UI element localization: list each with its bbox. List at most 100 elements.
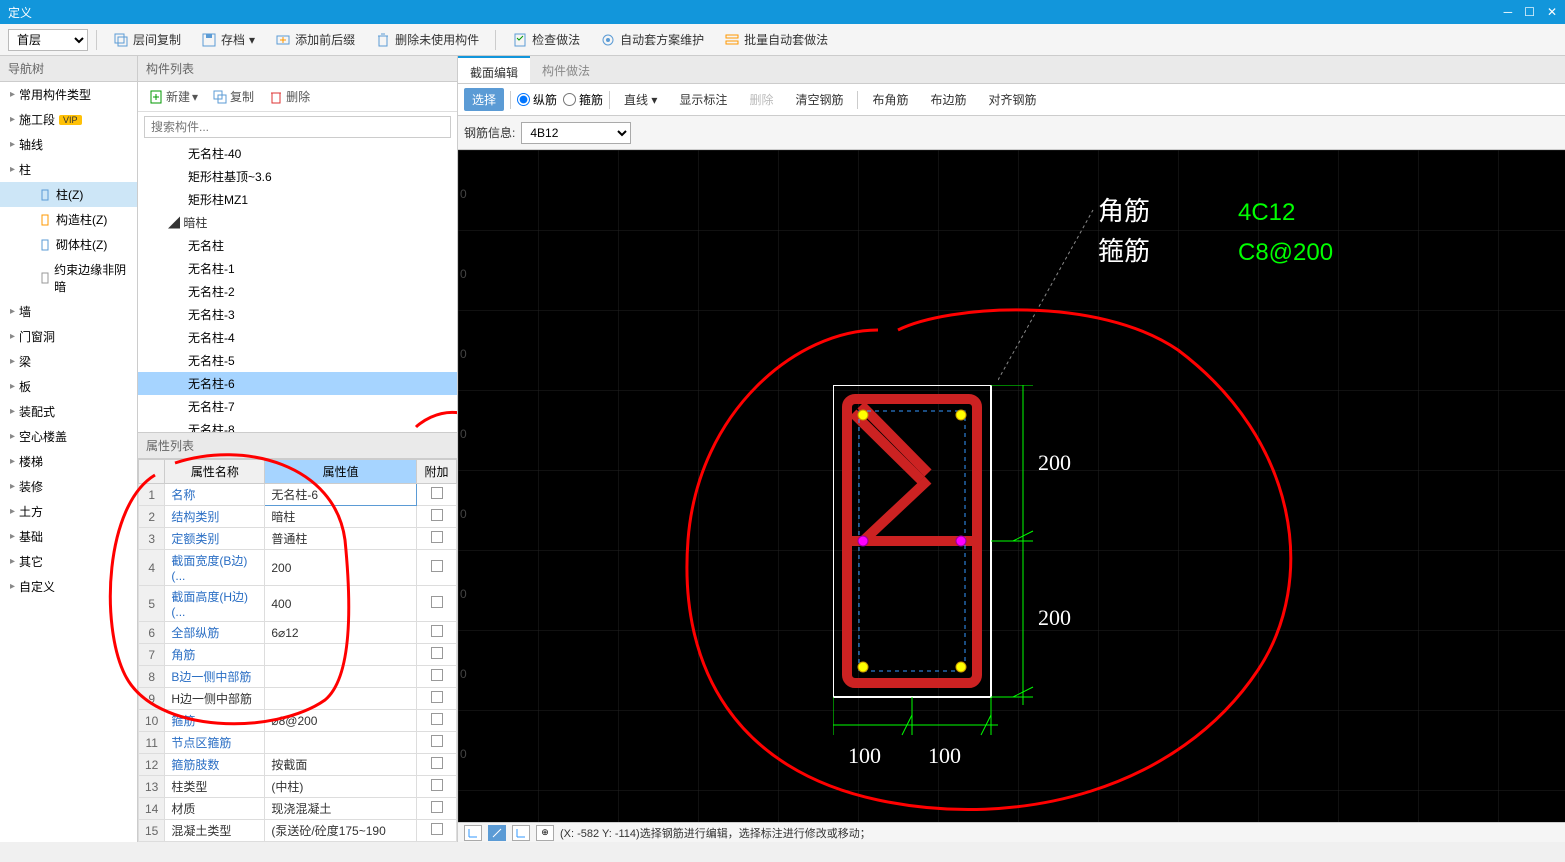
axis-button-2[interactable] <box>488 825 506 841</box>
property-row-6[interactable]: 7角筋 <box>139 644 457 666</box>
property-row-13[interactable]: 14材质现浇混凝土 <box>139 798 457 820</box>
section-canvas[interactable]: 0 0 0 0 0 0 0 0 00 <box>458 150 1565 822</box>
extra-checkbox[interactable] <box>431 735 443 747</box>
nav-item-7[interactable]: 约束边缘非阴暗 <box>0 257 137 299</box>
component-item-1[interactable]: 矩形柱基顶~3.6 <box>138 165 457 188</box>
component-item-0[interactable]: 无名柱-40 <box>138 142 457 165</box>
nav-item-16[interactable]: ▸ 土方 <box>0 499 137 524</box>
minimize-button[interactable]: ─ <box>1504 5 1513 19</box>
component-item-5[interactable]: 无名柱-1 <box>138 257 457 280</box>
property-row-4[interactable]: 5截面高度(H边)(...400 <box>139 586 457 622</box>
property-row-0[interactable]: 1名称无名柱-6 <box>139 484 457 506</box>
nav-tree-panel: 导航树 ▸ 常用构件类型▸ 施工段 VIP▸ 轴线▸ 柱 柱(Z) 构造柱(Z)… <box>0 56 138 842</box>
component-item-12[interactable]: 无名柱-8 <box>138 418 457 432</box>
nav-item-4[interactable]: 柱(Z) <box>0 182 137 207</box>
property-row-3[interactable]: 4截面宽度(B边)(...200 <box>139 550 457 586</box>
extra-checkbox[interactable] <box>431 625 443 637</box>
component-item-3[interactable]: ◢ 暗柱 <box>138 211 457 234</box>
extra-checkbox[interactable] <box>431 596 443 608</box>
delete-unused-button[interactable]: 删除未使用构件 <box>367 29 487 50</box>
property-row-11[interactable]: 12箍筋肢数按截面 <box>139 754 457 776</box>
nav-item-12[interactable]: ▸ 装配式 <box>0 399 137 424</box>
nav-item-3[interactable]: ▸ 柱 <box>0 157 137 182</box>
maximize-button[interactable]: ☐ <box>1524 5 1535 19</box>
extra-checkbox[interactable] <box>431 757 443 769</box>
extra-checkbox[interactable] <box>431 801 443 813</box>
stirrup-label: 箍筋 <box>1098 237 1150 266</box>
dim-100-right: 100 <box>928 743 961 768</box>
nav-item-11[interactable]: ▸ 板 <box>0 374 137 399</box>
component-search-input[interactable] <box>144 116 451 138</box>
component-item-7[interactable]: 无名柱-3 <box>138 303 457 326</box>
tab-section-edit[interactable]: 截面编辑 <box>458 56 530 83</box>
property-row-10[interactable]: 11节点区箍筋 <box>139 732 457 754</box>
auto-maintain-button[interactable]: 自动套方案维护 <box>592 29 712 50</box>
nav-item-0[interactable]: ▸ 常用构件类型 <box>0 82 137 107</box>
extra-checkbox[interactable] <box>431 560 443 572</box>
layer-copy-button[interactable]: 层间复制 <box>105 29 189 50</box>
delete-component-button[interactable]: 删除 <box>264 86 314 107</box>
extra-checkbox[interactable] <box>431 669 443 681</box>
extra-checkbox[interactable] <box>431 779 443 791</box>
nav-item-17[interactable]: ▸ 基础 <box>0 524 137 549</box>
align-rebar-button[interactable]: 对齐钢筋 <box>981 88 1045 111</box>
nav-item-10[interactable]: ▸ 梁 <box>0 349 137 374</box>
axis-button-3[interactable] <box>512 825 530 841</box>
floor-select[interactable]: 首层 <box>8 29 88 51</box>
nav-item-18[interactable]: ▸ 其它 <box>0 549 137 574</box>
nav-item-19[interactable]: ▸ 自定义 <box>0 574 137 599</box>
extra-checkbox[interactable] <box>431 823 443 835</box>
nav-item-5[interactable]: 构造柱(Z) <box>0 207 137 232</box>
axis-button-1[interactable] <box>464 825 482 841</box>
component-item-10[interactable]: 无名柱-6 <box>138 372 457 395</box>
extra-checkbox[interactable] <box>431 713 443 725</box>
check-method-button[interactable]: 检查做法 <box>504 29 588 50</box>
close-button[interactable]: ✕ <box>1547 5 1557 19</box>
steel-info-select[interactable]: 4B12 <box>521 122 631 144</box>
component-item-6[interactable]: 无名柱-2 <box>138 280 457 303</box>
extra-checkbox[interactable] <box>431 531 443 543</box>
property-row-5[interactable]: 6全部纵筋6⌀12 <box>139 622 457 644</box>
nav-item-6[interactable]: 砌体柱(Z) <box>0 232 137 257</box>
nav-item-14[interactable]: ▸ 楼梯 <box>0 449 137 474</box>
add-prefix-button[interactable]: 添加前后缀 <box>267 29 363 50</box>
ortho-button[interactable]: ⊕ <box>536 825 554 841</box>
nav-item-13[interactable]: ▸ 空心楼盖 <box>0 424 137 449</box>
side-rebar-button[interactable]: 布边筋 <box>922 88 974 111</box>
property-row-2[interactable]: 3定额类别普通柱 <box>139 528 457 550</box>
delete-rebar-button[interactable]: 删除 <box>741 88 781 111</box>
save-button[interactable]: 存档 ▾ <box>193 29 263 50</box>
line-button[interactable]: 直线 ▾ <box>616 88 665 111</box>
nav-item-9[interactable]: ▸ 门窗洞 <box>0 324 137 349</box>
batch-auto-button[interactable]: 批量自动套做法 <box>716 29 836 50</box>
component-item-8[interactable]: 无名柱-4 <box>138 326 457 349</box>
property-row-7[interactable]: 8B边一侧中部筋 <box>139 666 457 688</box>
nav-item-1[interactable]: ▸ 施工段 VIP <box>0 107 137 132</box>
nav-item-8[interactable]: ▸ 墙 <box>0 299 137 324</box>
property-row-9[interactable]: 10箍筋⌀8@200 <box>139 710 457 732</box>
property-row-1[interactable]: 2结构类别暗柱 <box>139 506 457 528</box>
new-component-button[interactable]: 新建 ▾ <box>144 86 202 107</box>
component-item-9[interactable]: 无名柱-5 <box>138 349 457 372</box>
extra-checkbox[interactable] <box>431 487 443 499</box>
nav-item-15[interactable]: ▸ 装修 <box>0 474 137 499</box>
long-rebar-radio[interactable]: 纵筋 <box>517 91 557 108</box>
nav-item-2[interactable]: ▸ 轴线 <box>0 132 137 157</box>
component-item-2[interactable]: 矩形柱MZ1 <box>138 188 457 211</box>
copy-component-button[interactable]: 复制 <box>208 86 258 107</box>
corner-rebar-button[interactable]: 布角筋 <box>864 88 916 111</box>
clear-rebar-button[interactable]: 清空钢筋 <box>787 88 851 111</box>
stirrup-radio[interactable]: 箍筋 <box>563 91 603 108</box>
tab-component-method[interactable]: 构件做法 <box>530 56 602 83</box>
extra-checkbox[interactable] <box>431 691 443 703</box>
property-row-12[interactable]: 13柱类型(中柱) <box>139 776 457 798</box>
extra-checkbox[interactable] <box>431 509 443 521</box>
col-property-name: 属性名称 <box>165 460 265 484</box>
component-item-4[interactable]: 无名柱 <box>138 234 457 257</box>
show-mark-button[interactable]: 显示标注 <box>671 88 735 111</box>
property-row-14[interactable]: 15混凝土类型(泵送砼/砼度175~190 <box>139 820 457 842</box>
property-row-8[interactable]: 9H边一侧中部筋 <box>139 688 457 710</box>
select-button[interactable]: 选择 <box>464 88 504 111</box>
extra-checkbox[interactable] <box>431 647 443 659</box>
component-item-11[interactable]: 无名柱-7 <box>138 395 457 418</box>
